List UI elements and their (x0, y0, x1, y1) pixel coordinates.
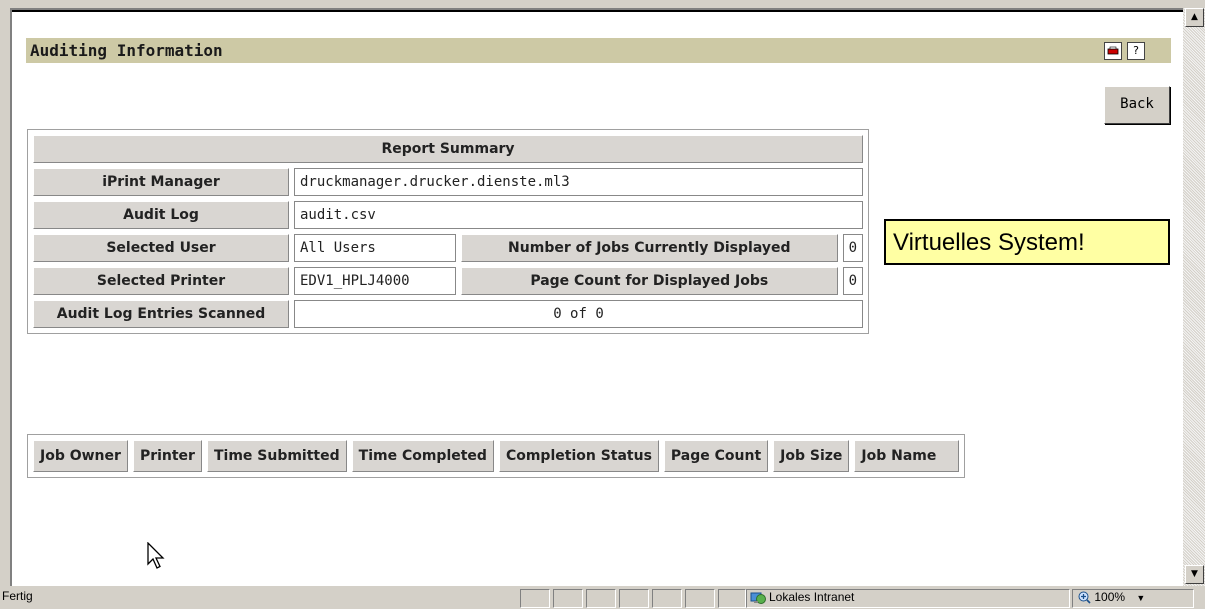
status-segment (520, 589, 550, 608)
mouse-cursor-icon (147, 542, 165, 569)
jobs-table: Job Owner Printer Time Submitted Time Co… (27, 434, 966, 478)
col-printer[interactable]: Printer (132, 440, 202, 472)
back-button[interactable]: Back (1104, 86, 1170, 124)
help-icon[interactable]: ? (1127, 42, 1145, 60)
page-title: Auditing Information (30, 41, 223, 60)
intranet-icon (750, 592, 766, 604)
status-segment (718, 589, 746, 608)
page-count-label: Page Count for Displayed Jobs (461, 267, 838, 295)
jobs-header-row: Job Owner Printer Time Submitted Time Co… (33, 440, 960, 472)
report-summary-title: Report Summary (33, 135, 863, 163)
selected-printer-label: Selected Printer (33, 267, 289, 295)
vertical-scrollbar[interactable]: ▲ ▼ (1183, 8, 1205, 586)
virtual-system-note: Virtuelles System! (884, 219, 1170, 265)
selected-printer-value: EDV1_HPLJ4000 (294, 267, 456, 295)
iprint-manager-value: druckmanager.drucker.dienste.ml3 (294, 168, 863, 196)
jobs-displayed-value: 0 (842, 234, 863, 262)
section-header: Auditing Information ? (26, 38, 1171, 63)
col-job-size[interactable]: Job Size (773, 440, 850, 472)
selected-user-value: All Users (294, 234, 456, 262)
jobs-displayed-label: Number of Jobs Currently Displayed (461, 234, 838, 262)
status-segment (553, 589, 583, 608)
col-job-name[interactable]: Job Name (854, 440, 960, 472)
status-bar: Fertig Lokales Intranet 100% ▼ (0, 586, 1205, 609)
entries-scanned-value: 0 of 0 (294, 300, 863, 328)
col-job-owner[interactable]: Job Owner (33, 440, 128, 472)
col-page-count[interactable]: Page Count (663, 440, 769, 472)
status-text: Fertig (2, 589, 33, 603)
status-segment (586, 589, 616, 608)
zoom-control[interactable]: 100% ▼ (1078, 589, 1145, 607)
scroll-up-button[interactable]: ▲ (1185, 8, 1204, 27)
printer-icon[interactable] (1104, 42, 1122, 60)
status-segment (619, 589, 649, 608)
zoom-dropdown-icon[interactable]: ▼ (1136, 593, 1145, 603)
status-segment (652, 589, 682, 608)
audit-log-value: audit.csv (294, 201, 863, 229)
zone-label: Lokales Intranet (769, 590, 855, 604)
scroll-down-button[interactable]: ▼ (1185, 565, 1204, 584)
report-summary-table: Report Summary iPrint Manager druckmanag… (27, 129, 869, 334)
zoom-icon (1078, 591, 1091, 604)
entries-scanned-label: Audit Log Entries Scanned (33, 300, 289, 328)
window-top-edge (12, 10, 1183, 12)
selected-user-label: Selected User (33, 234, 289, 262)
audit-log-label: Audit Log (33, 201, 289, 229)
col-completion-status[interactable]: Completion Status (498, 440, 659, 472)
security-zone: Lokales Intranet (750, 589, 854, 606)
iprint-manager-label: iPrint Manager (33, 168, 289, 196)
zoom-level: 100% (1094, 590, 1126, 604)
page-count-value: 0 (842, 267, 863, 295)
col-time-submitted[interactable]: Time Submitted (206, 440, 347, 472)
status-segment (685, 589, 715, 608)
col-time-completed[interactable]: Time Completed (351, 440, 494, 472)
